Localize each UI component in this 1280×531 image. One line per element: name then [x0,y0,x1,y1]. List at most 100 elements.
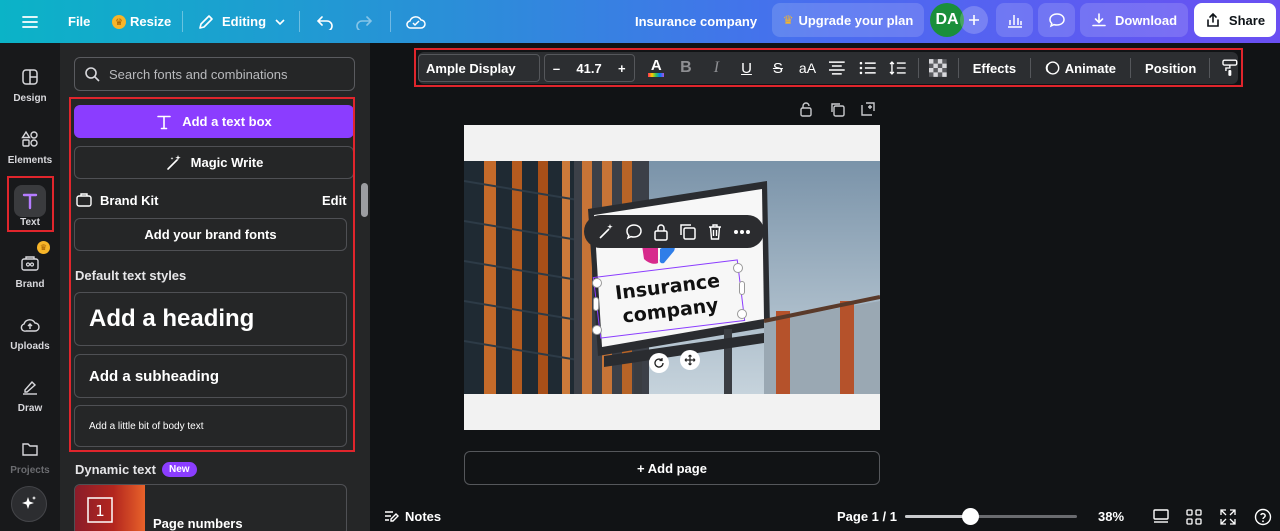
pages-view-icon[interactable] [1152,509,1170,525]
editing-mode-button[interactable]: Editing [197,0,287,43]
brand-kit-icon [76,193,92,207]
move-handle[interactable] [680,350,700,370]
add-text-box-button[interactable]: Add a text box [74,105,354,138]
trash-icon[interactable] [707,223,723,241]
zoom-slider[interactable] [905,508,1077,525]
effects-button[interactable]: Effects [973,61,1016,76]
text-color-button[interactable]: A [647,58,667,77]
bold-icon[interactable]: B [680,59,692,77]
panel-scrollbar[interactable] [361,183,368,217]
magic-wand-icon [166,154,181,170]
download-label: Download [1114,12,1178,28]
brand-kit-edit-link[interactable]: Edit [322,193,347,208]
paint-roller-icon[interactable] [1222,59,1238,77]
duplicate-icon[interactable] [679,223,697,241]
page-indicator[interactable]: Page 1 / 1 [837,509,897,524]
brand-icon [21,256,39,271]
resize-handle[interactable] [737,309,747,319]
magic-write-button[interactable]: Magic Write [74,146,354,179]
share-button[interactable]: Share [1194,3,1276,37]
add-collaborator-button[interactable] [960,6,988,34]
add-body-text-button[interactable]: Add a little bit of body text [74,405,347,447]
rail-item-uploads[interactable]: Uploads [0,301,60,359]
rail-label: Uploads [10,341,50,352]
grid-view-icon[interactable] [1186,509,1202,525]
letter-case-button[interactable]: aA [799,60,816,76]
draw-icon [23,380,37,395]
rail-label: Text [20,217,40,228]
align-center-icon[interactable] [828,61,846,75]
add-page-button[interactable]: + Add page [464,451,880,485]
rail-item-draw[interactable]: Draw [0,363,60,421]
crown-icon: ♛ [782,13,794,27]
undo-icon [316,15,333,30]
avatar[interactable]: DA [930,3,964,37]
comments-button[interactable] [1038,3,1075,37]
font-family-dropdown[interactable]: Ample Display [418,54,540,82]
strikethrough-icon[interactable]: S [773,60,783,77]
rail-item-brand[interactable]: ♛ Brand [0,239,60,297]
sparkle-icon [22,496,36,509]
color-rainbow-bar [648,73,665,77]
line-spacing-icon[interactable] [889,60,907,76]
menu-button[interactable] [22,0,38,43]
animate-button[interactable]: Animate [1065,61,1116,76]
underline-icon[interactable]: U [741,60,752,77]
add-brand-fonts-button[interactable]: Add your brand fonts [74,218,347,251]
zoom-level[interactable]: 38% [1098,509,1124,524]
page-numbers-item[interactable]: 1 Page numbers [74,484,347,531]
design-icon [22,69,38,85]
rail-item-projects[interactable]: Projects [0,425,60,483]
zoom-slider-thumb[interactable] [962,508,979,525]
cloud-check-icon [406,15,426,29]
magic-edit-icon[interactable] [597,223,615,241]
font-search-input[interactable]: Search fonts and combinations [74,57,355,91]
redo-button[interactable] [355,0,373,43]
resize-label: Resize [130,14,172,29]
undo-button[interactable] [316,0,334,43]
resize-handle[interactable] [733,263,743,273]
rotate-handle[interactable] [649,353,669,373]
download-button[interactable]: Download [1080,3,1188,37]
document-title[interactable]: Insurance company [635,0,757,43]
lock-page-icon[interactable] [798,101,814,117]
fullscreen-icon[interactable] [1220,509,1236,525]
add-heading-button[interactable]: Add a heading [74,292,347,346]
upgrade-plan-button[interactable]: ♛ Upgrade your plan [772,3,924,37]
projects-icon [22,443,38,456]
add-subheading-button[interactable]: Add a subheading [74,354,347,398]
resize-button[interactable]: ♛ Resize [112,0,171,43]
share-label: Share [1228,12,1266,28]
cloud-save-status[interactable] [405,0,427,43]
duplicate-page-icon[interactable] [829,101,845,117]
file-menu[interactable]: File [68,0,90,43]
rail-item-design[interactable]: Design [0,53,60,111]
lock-icon[interactable] [653,223,669,241]
rail-item-text[interactable]: Text [0,177,60,235]
comment-add-icon[interactable] [625,223,643,241]
position-button[interactable]: Position [1145,61,1196,76]
italic-icon[interactable]: I [714,59,719,77]
rail-item-elements[interactable]: Elements [0,115,60,173]
transparency-icon[interactable] [929,59,947,77]
share-icon [1207,12,1219,27]
divider [390,11,391,32]
increase-font-size-button[interactable]: + [618,61,626,76]
decrease-font-size-button[interactable]: – [553,61,560,76]
resize-handle[interactable] [592,278,602,288]
resize-handle[interactable] [592,325,602,335]
side-handle[interactable] [739,281,745,295]
add-page-icon[interactable] [860,101,876,117]
uploads-icon [20,319,40,332]
brand-kit-heading: Brand Kit [100,193,159,208]
help-icon[interactable] [1254,508,1272,526]
notes-button[interactable]: Notes [383,508,441,524]
side-handle[interactable] [593,297,599,311]
magic-assistant-button[interactable] [11,486,47,522]
bullet-list-icon[interactable] [859,61,877,75]
more-icon[interactable] [733,229,751,235]
font-size-value[interactable]: 41.7 [576,61,601,76]
notes-label: Notes [405,508,442,524]
insights-button[interactable] [996,3,1033,37]
redo-icon [356,15,373,30]
